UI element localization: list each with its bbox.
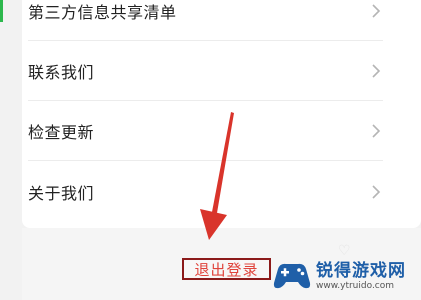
watermark-title: 锐得游戏网 [316, 260, 406, 281]
menu-item-label: 联系我们 [28, 63, 95, 82]
logout-button[interactable]: 退出登录 [182, 258, 271, 280]
left-edge-accent [0, 0, 3, 22]
watermark: 锐得游戏网 www.ytruido.com [272, 256, 417, 296]
watermark-text: 锐得游戏网 www.ytruido.com [316, 261, 406, 292]
menu-item-contact-us[interactable]: 联系我们 [28, 42, 383, 101]
menu-item-label: 第三方信息共享清单 [28, 3, 177, 22]
watermark-url: www.ytruido.com [316, 280, 395, 291]
chevron-right-icon [372, 124, 381, 138]
settings-screen: 第三方信息共享清单 联系我们 检查更新 关于我们 ♡ 退出登录 锐得游戏网 ww… [0, 0, 421, 300]
chevron-right-icon [372, 4, 381, 18]
menu-item-check-update[interactable]: 检查更新 [28, 102, 383, 161]
menu-item-about-us[interactable]: 关于我们 [28, 163, 383, 221]
menu-item-label: 检查更新 [28, 123, 95, 142]
chevron-right-icon [372, 64, 381, 78]
chevron-right-icon [372, 185, 381, 199]
logout-label: 退出登录 [194, 260, 259, 279]
gamepad-logo-icon [273, 263, 311, 289]
menu-item-label: 关于我们 [28, 184, 95, 203]
menu-item-third-party-list[interactable]: 第三方信息共享清单 [28, 0, 383, 41]
